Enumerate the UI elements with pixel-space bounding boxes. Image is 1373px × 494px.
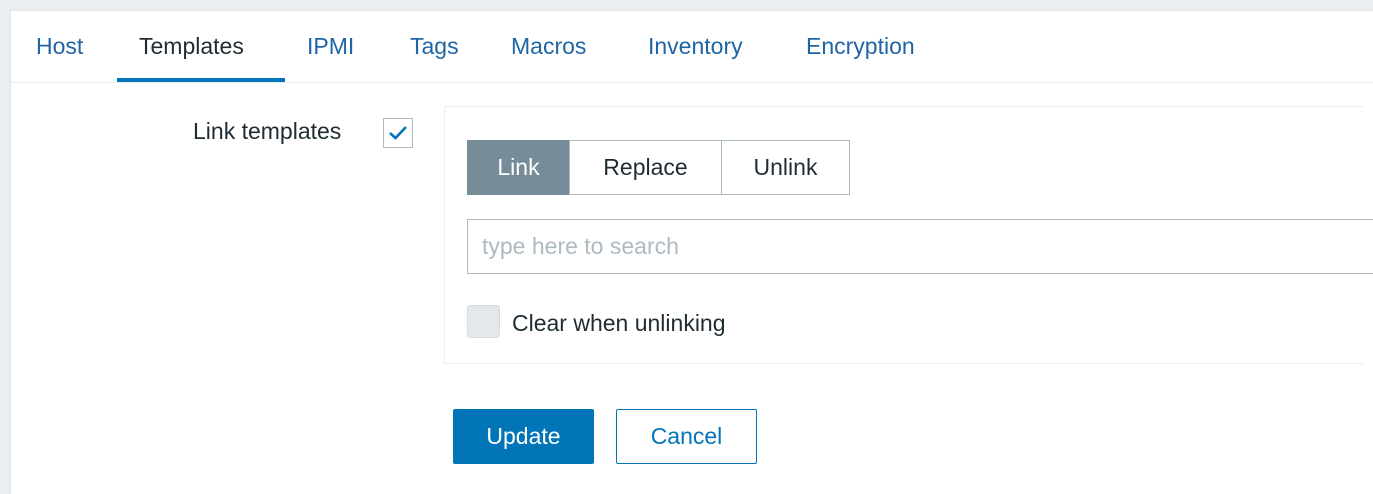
tab-macros[interactable]: Macros bbox=[511, 11, 586, 82]
update-button[interactable]: Update bbox=[453, 409, 594, 464]
tab-tags[interactable]: Tags bbox=[410, 11, 459, 82]
tab-host[interactable]: Host bbox=[36, 11, 83, 82]
clear-when-unlinking-label: Clear when unlinking bbox=[512, 310, 726, 336]
check-icon bbox=[389, 126, 407, 140]
search-placeholder: type here to search bbox=[482, 233, 679, 259]
mode-replace-button[interactable]: Replace bbox=[569, 140, 722, 195]
active-tab-indicator bbox=[117, 78, 285, 82]
tab-templates[interactable]: Templates bbox=[139, 11, 244, 82]
template-search-input[interactable]: type here to search bbox=[467, 219, 1373, 274]
clear-when-unlinking-checkbox[interactable] bbox=[467, 305, 500, 338]
mode-link-button[interactable]: Link bbox=[467, 140, 570, 195]
link-templates-label: Link templates bbox=[193, 118, 342, 144]
tab-ipmi[interactable]: IPMI bbox=[307, 11, 354, 82]
link-templates-checkbox[interactable] bbox=[383, 118, 413, 148]
tab-bar: Host Templates IPMI Tags Macros Inventor… bbox=[11, 11, 1373, 83]
tab-encryption[interactable]: Encryption bbox=[806, 11, 915, 82]
tab-inventory[interactable]: Inventory bbox=[648, 11, 743, 82]
cancel-button[interactable]: Cancel bbox=[616, 409, 757, 464]
mode-unlink-button[interactable]: Unlink bbox=[721, 140, 850, 195]
